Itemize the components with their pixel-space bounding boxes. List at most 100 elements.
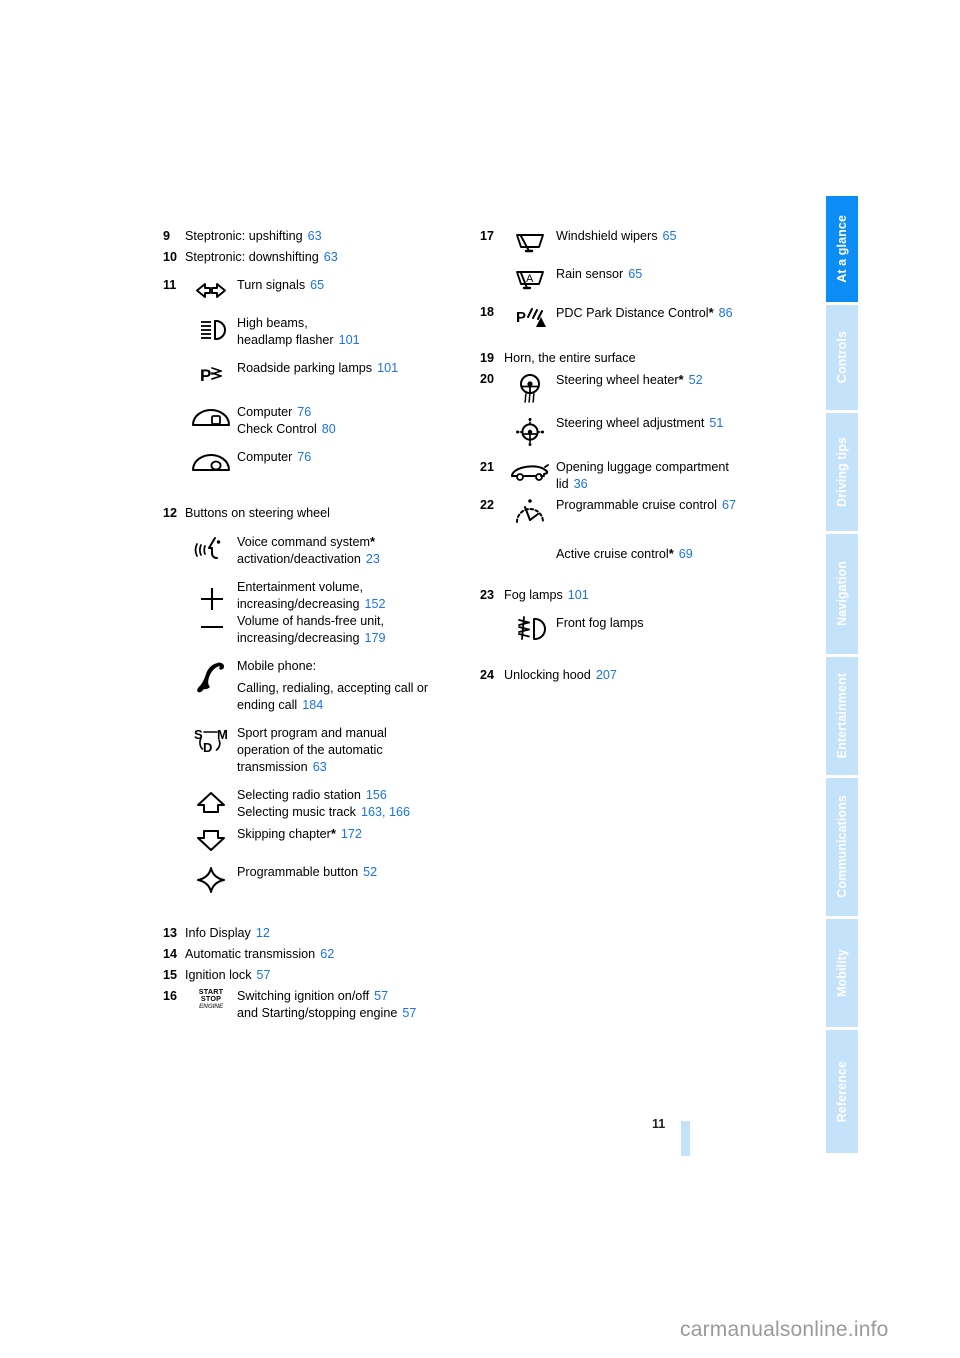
page-ref[interactable]: 163, 166	[361, 805, 410, 819]
tab-label: Communications	[835, 795, 849, 899]
list-item: Active cruise control* 69	[480, 545, 800, 563]
page-ref[interactable]: 63	[308, 229, 322, 243]
page-ref[interactable]: 65	[310, 278, 324, 292]
item-label: Sport program and manual	[237, 726, 387, 740]
item-label: transmission	[237, 760, 308, 774]
sport-manual-transmission-icon: S M D	[185, 725, 237, 758]
page-ref[interactable]: 207	[596, 668, 617, 682]
steering-wheel-heater-icon	[504, 371, 556, 404]
item-label: Buttons on steering wheel	[185, 506, 330, 520]
item-text: Voice command system* activation/deactiv…	[237, 533, 473, 568]
item-number: 16	[163, 989, 178, 1003]
item-text: Switching ignition on/off 57 and Starting…	[237, 988, 473, 1022]
sidebar-item-navigation[interactable]: Navigation	[826, 533, 858, 654]
item-label: Steering wheel heater	[556, 373, 679, 387]
page-ref[interactable]: 12	[256, 926, 270, 940]
page-ref[interactable]: 80	[322, 422, 336, 436]
item-number: 20	[480, 372, 495, 386]
list-item: 20 Steering wheel heater* 52	[480, 371, 800, 404]
tab-label: At a glance	[835, 215, 849, 284]
page-ref[interactable]: 36	[574, 477, 588, 491]
sidebar-item-at-a-glance[interactable]: At a glance	[826, 196, 858, 303]
watermark: carmanualsonline.info	[680, 1318, 889, 1341]
page-ref[interactable]: 76	[297, 405, 311, 419]
page-ref[interactable]: 63	[313, 760, 327, 774]
item-label: Voice command system	[237, 535, 370, 549]
page-ref[interactable]: 179	[365, 631, 386, 645]
item-number: 19	[480, 351, 495, 365]
list-item: 21 Opening luggage compartment lid 36	[480, 459, 800, 493]
item-text: Selecting radio station 156 Selecting mus…	[237, 787, 473, 821]
item-label: Horn, the entire surface	[504, 351, 636, 365]
list-item: 14 Automatic transmission 62	[163, 946, 473, 963]
page-ref[interactable]: 67	[722, 498, 736, 512]
sidebar-item-driving-tips[interactable]: Driving tips	[826, 412, 858, 531]
sidebar-item-communications[interactable]: Communications	[826, 777, 858, 916]
sidebar-item-controls[interactable]: Controls	[826, 305, 858, 410]
item-number: 13	[163, 926, 178, 940]
list-item: 22 Programmable cruise control 67	[480, 497, 800, 528]
page-ref[interactable]: 101	[377, 361, 398, 375]
svg-text:P: P	[200, 366, 211, 385]
list-item: 15 Ignition lock 57	[163, 967, 473, 984]
page-ref[interactable]: 65	[663, 229, 677, 243]
item-label: Turn signals	[237, 278, 306, 292]
item-label: Automatic transmission	[185, 947, 316, 961]
list-item: 11 Turn signals 65	[163, 277, 473, 304]
item-label: lid	[556, 477, 569, 491]
pdc-park-distance-icon: P	[504, 304, 556, 333]
engine-label: ENGINE	[198, 1002, 224, 1010]
list-item: Computer 76 Check Control 80	[163, 404, 473, 438]
item-label: Steptronic: downshifting	[185, 250, 319, 264]
page-ref[interactable]: 184	[302, 698, 323, 712]
roadside-parking-lamps-icon: P	[185, 360, 237, 387]
item-number: 22	[480, 498, 495, 512]
stop-label: STOP	[200, 994, 222, 1004]
list-item: 12 Buttons on steering wheel	[163, 505, 473, 522]
page-ref[interactable]: 156	[366, 788, 387, 802]
front-fog-lamps-icon	[504, 615, 556, 643]
page-ref[interactable]: 152	[365, 597, 386, 611]
page-ref[interactable]: 69	[679, 547, 693, 561]
sidebar-item-mobility[interactable]: Mobility	[826, 918, 858, 1027]
item-label: Windshield wipers	[556, 229, 658, 243]
item-label: Mobile phone:	[237, 659, 317, 673]
page-ref[interactable]: 172	[341, 827, 362, 841]
left-column: 9 Steptronic: upshifting 63 10 Steptronic…	[163, 228, 473, 1026]
option-asterisk: *	[330, 826, 336, 841]
item-label: Programmable button	[237, 865, 359, 879]
item-label: Active cruise control	[556, 547, 669, 561]
item-text: Roadside parking lamps 101	[237, 360, 473, 377]
item-label: Rain sensor	[556, 267, 624, 281]
page-ref[interactable]: 57	[257, 968, 271, 982]
page-ref[interactable]: 76	[297, 450, 311, 464]
list-item: 18 P PDC Park Distance Control* 86	[480, 304, 800, 333]
sidebar-item-entertainment[interactable]: Entertainment	[826, 656, 858, 775]
page-ref[interactable]: 86	[719, 306, 733, 320]
page-ref[interactable]: 57	[374, 989, 388, 1003]
page-ref[interactable]: 101	[568, 588, 589, 602]
item-label: Computer	[237, 450, 293, 464]
item-number: 23	[480, 588, 495, 602]
computer-icon	[185, 449, 237, 474]
page-ref[interactable]: 51	[709, 416, 723, 430]
page-ref[interactable]: 57	[402, 1006, 416, 1020]
page-ref[interactable]: 63	[324, 250, 338, 264]
page-ref[interactable]: 65	[628, 267, 642, 281]
item-label: operation of the automatic	[237, 743, 383, 757]
page-ref[interactable]: 62	[320, 947, 334, 961]
list-item: High beams, headlamp flasher 101	[163, 315, 473, 349]
sidebar-item-reference[interactable]: Reference	[826, 1029, 858, 1154]
page-ref[interactable]: 52	[689, 373, 703, 387]
item-label: Selecting music track	[237, 805, 356, 819]
page-ref[interactable]: 52	[363, 865, 377, 879]
page-ref[interactable]: 23	[366, 552, 380, 566]
item-label: Selecting radio station	[237, 788, 361, 802]
list-item: Entertainment volume, increasing/decreas…	[163, 579, 473, 647]
item-label: Computer	[237, 405, 293, 419]
item-text: Computer 76 Check Control 80	[237, 404, 473, 438]
option-asterisk: *	[369, 534, 376, 549]
high-beams-icon	[185, 315, 237, 344]
item-number: 17	[480, 229, 495, 243]
page-ref[interactable]: 101	[339, 333, 360, 347]
